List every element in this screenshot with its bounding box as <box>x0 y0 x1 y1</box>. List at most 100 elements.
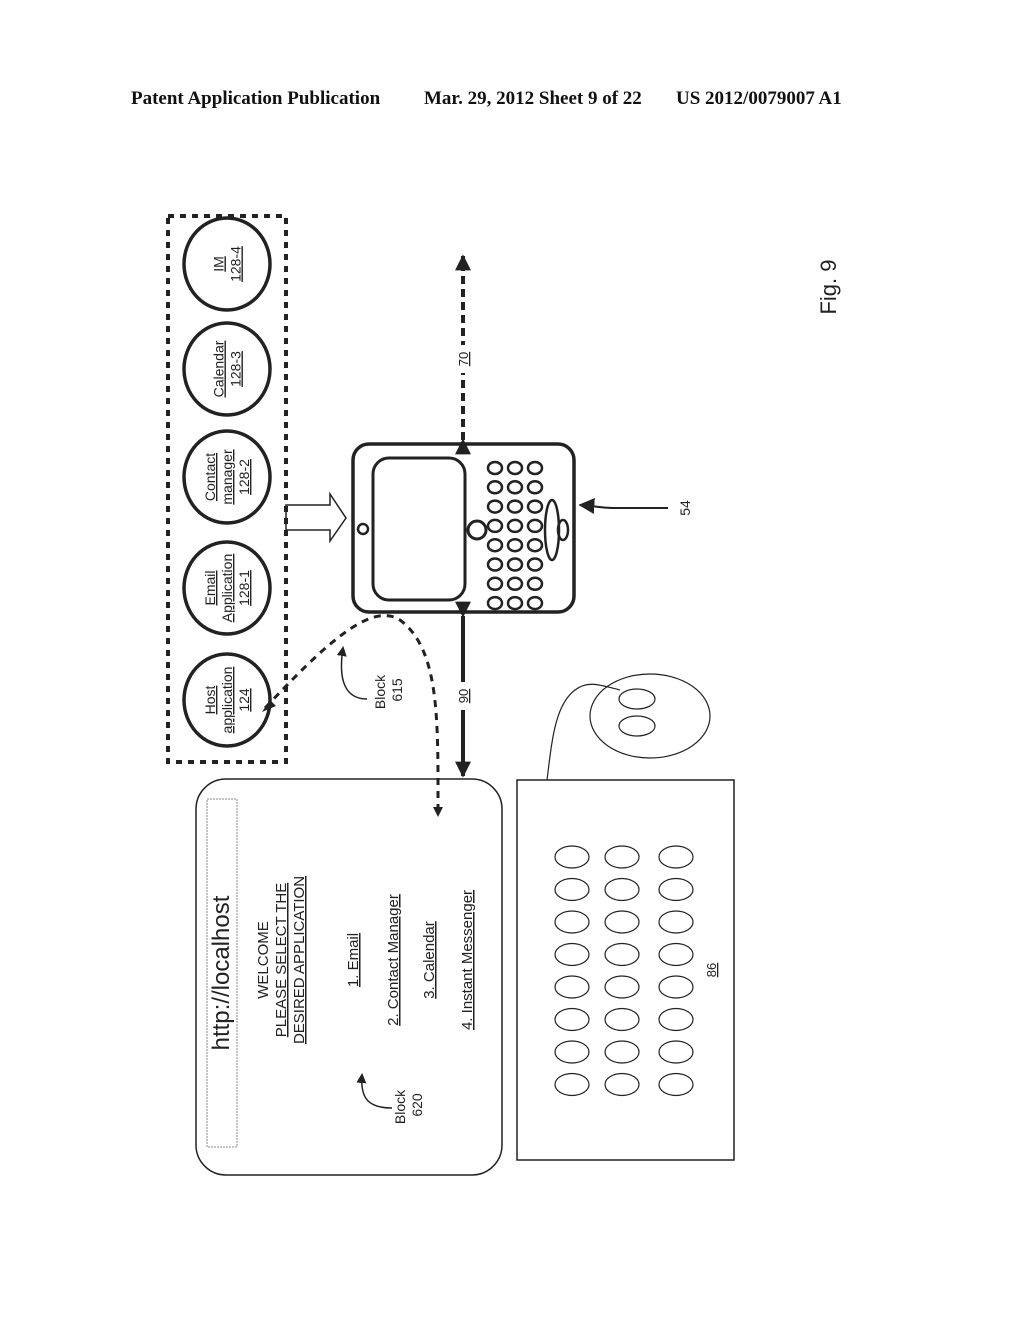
prompt-line-1: PLEASE SELECT THE <box>273 883 290 1038</box>
device-key <box>526 480 544 495</box>
app-name-line: Email <box>202 570 218 605</box>
block-615-line2: 615 <box>389 678 405 702</box>
url-text: http://localhost <box>208 895 235 1050</box>
keyboard-key <box>658 975 694 999</box>
device-key <box>526 537 544 553</box>
keyboard-key <box>604 1007 640 1032</box>
block-620-line1: Block <box>392 1089 408 1124</box>
block-615-label: Block 615 <box>372 671 405 709</box>
computer-ref-label: 86 <box>704 963 719 977</box>
keyboard-key <box>658 845 694 869</box>
block-615-flow <box>263 614 444 817</box>
app-ref: 128-2 <box>236 459 252 495</box>
device-key <box>486 537 504 553</box>
welcome-text: WELCOME <box>255 921 272 999</box>
app-circle-calendar: Calendar 128-3 <box>182 321 272 417</box>
app-circle-host-application: Host application 124 <box>182 652 272 748</box>
block-620-line2: 620 <box>409 1093 425 1117</box>
keyboard-key <box>604 1072 640 1097</box>
device-key <box>506 595 524 611</box>
device-key <box>486 499 504 514</box>
app-name-line: application <box>219 667 235 734</box>
browser-window: http://localhost WELCOME PLEASE SELECT T… <box>195 778 503 1176</box>
device-key <box>526 460 544 476</box>
keyboard-key <box>658 942 694 967</box>
device-key <box>526 518 544 534</box>
keyboard-key <box>554 910 590 934</box>
hollow-arrow <box>285 491 347 544</box>
menu-calendar[interactable]: 3. Calendar <box>421 921 438 999</box>
menu-contact-manager[interactable]: 2. Contact Manager <box>385 894 402 1026</box>
app-name-line: manager <box>219 449 235 505</box>
device-ref-label: 54 <box>677 500 693 516</box>
menu-email[interactable]: 1. Email <box>345 933 362 987</box>
device-key <box>486 595 504 611</box>
device-key <box>526 499 544 514</box>
block-620-leader <box>356 1073 393 1109</box>
menu-instant-messenger[interactable]: 4. Instant Messenger <box>459 890 476 1030</box>
keyboard-key <box>658 1007 694 1032</box>
mouse-button-right <box>618 715 656 737</box>
trackball-icon <box>466 519 488 541</box>
app-ref: 128-4 <box>228 246 244 282</box>
app-ref: 128-3 <box>228 351 244 387</box>
device-key <box>506 518 524 534</box>
device-key <box>506 576 524 592</box>
device-key <box>506 557 524 572</box>
keyboard-key <box>554 975 590 999</box>
app-ref: 128-1 <box>236 570 252 606</box>
keyboard-keys <box>554 845 694 1097</box>
keyboard-key <box>554 877 590 902</box>
device-key <box>506 460 524 476</box>
prompt-line-2: DESIRED APPLICATION <box>291 876 308 1044</box>
app-circle-contact-manager: Contact manager 128-2 <box>182 429 272 525</box>
keyboard-key <box>554 845 590 869</box>
app-circle-email-application: Email Application 128-1 <box>182 540 272 636</box>
block-615-line1: Block <box>372 674 388 709</box>
keyboard-key <box>604 942 640 967</box>
device-key <box>486 576 504 592</box>
device-key <box>526 576 544 592</box>
device-key <box>506 499 524 514</box>
network-link-label: 70 <box>456 352 471 366</box>
keyboard-key <box>658 910 694 934</box>
device-key <box>506 537 524 553</box>
device-key <box>486 518 504 534</box>
keyboard-key <box>554 1007 590 1032</box>
mobile-device <box>351 442 576 614</box>
app-name-line: Contact <box>202 453 218 501</box>
app-name-line: Host <box>202 686 218 715</box>
keyboard-key <box>658 877 694 902</box>
block-620-label: Block 620 <box>392 1086 425 1124</box>
keyboard-key <box>604 877 640 902</box>
device-key <box>526 595 544 611</box>
keyboard-key <box>658 1040 694 1064</box>
keyboard-key <box>554 1040 590 1064</box>
device-key <box>486 460 504 476</box>
keyboard-key <box>604 845 640 869</box>
device-key <box>486 480 504 495</box>
app-circle-im: IM 128-4 <box>182 216 272 312</box>
app-name-line: Calendar <box>211 340 227 397</box>
block-615-leader <box>336 646 368 700</box>
app-name-line: IM <box>211 256 227 272</box>
app-ref: 124 <box>236 688 252 712</box>
device-keypad <box>486 460 544 611</box>
device-button-icon <box>356 522 370 536</box>
computer-link-label: 90 <box>456 689 471 703</box>
device-key <box>506 480 524 495</box>
mouse <box>546 673 711 781</box>
keyboard-key <box>604 910 640 934</box>
computer-keyboard: 86 <box>516 779 735 1161</box>
app-name-line: Application <box>219 554 235 623</box>
keyboard-key <box>658 1072 694 1097</box>
mouse-button-left <box>618 688 656 710</box>
device-ref-leader <box>578 497 668 514</box>
application-circles: Host application 124 Email Application 128-1 C… <box>182 216 272 748</box>
keyboard-key <box>604 1040 640 1064</box>
mouse-body <box>589 673 711 759</box>
figure-label: Fig. 9 <box>816 259 841 314</box>
keyboard-key <box>554 942 590 967</box>
keyboard-key <box>554 1072 590 1097</box>
keyboard-key <box>604 975 640 999</box>
